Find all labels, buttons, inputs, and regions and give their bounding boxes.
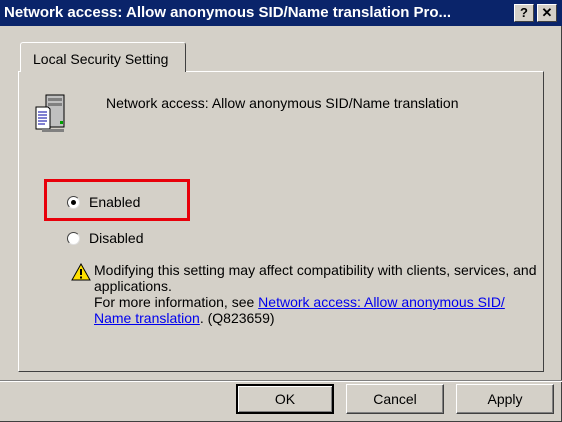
kb-reference: . (Q823659) <box>199 310 275 326</box>
more-info-prefix: For more information, see <box>94 294 259 310</box>
dialog-window: Network access: Allow anonymous SID/Name… <box>0 0 562 422</box>
tab-label: Local Security Setting <box>33 51 169 67</box>
policy-name: Network access: Allow anonymous SID/Name… <box>106 95 459 111</box>
button-bar-divider <box>0 380 562 382</box>
warning-line: Modifying this setting may affect compat… <box>94 262 537 294</box>
disabled-label[interactable]: Disabled <box>89 230 143 246</box>
enabled-radio-option[interactable]: Enabled <box>67 193 140 211</box>
tab-local-security-setting[interactable]: Local Security Setting <box>20 42 186 72</box>
apply-button[interactable]: Apply <box>456 384 554 414</box>
cancel-button[interactable]: Cancel <box>346 384 444 414</box>
enabled-radio[interactable] <box>67 195 80 209</box>
disabled-radio[interactable] <box>67 231 80 245</box>
tab-panel <box>18 71 544 372</box>
warning-icon <box>71 263 91 281</box>
warning-text: Modifying this setting may affect compat… <box>94 262 544 326</box>
window-title: Network access: Allow anonymous SID/Name… <box>4 4 452 21</box>
policy-server-icon <box>35 94 65 132</box>
close-button[interactable]: ✕ <box>537 4 557 22</box>
help-button[interactable]: ? <box>514 4 534 22</box>
enabled-label[interactable]: Enabled <box>89 194 140 210</box>
disabled-radio-option[interactable]: Disabled <box>67 229 143 247</box>
ok-button[interactable]: OK <box>236 384 334 414</box>
title-bar[interactable]: Network access: Allow anonymous SID/Name… <box>0 0 562 26</box>
